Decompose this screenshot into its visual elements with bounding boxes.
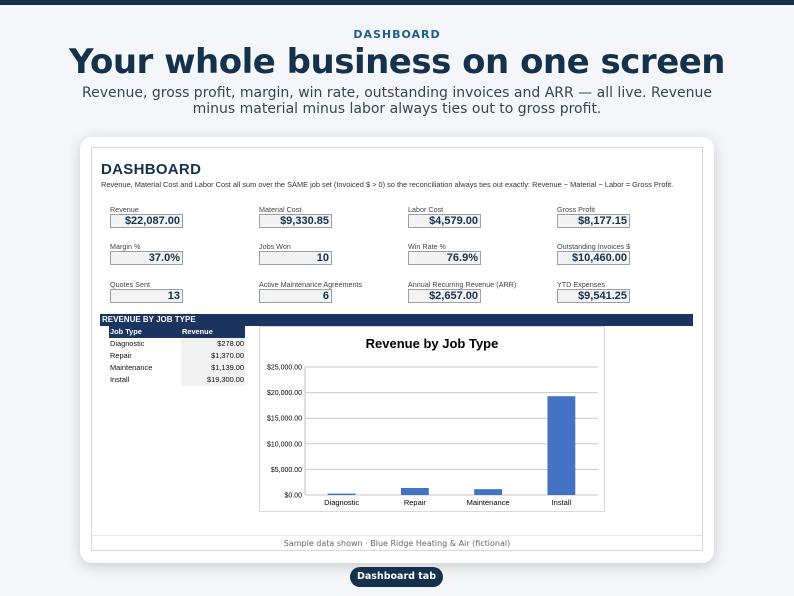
- kpi-value[interactable]: $10,460.00: [557, 251, 630, 265]
- kpi-value[interactable]: $9,330.85: [259, 214, 332, 228]
- kpi-material-cost: Material Cost $9,330.85: [259, 205, 332, 228]
- y-tick-label: $25,000.00: [267, 365, 302, 372]
- y-tick-label: $10,000.00: [267, 441, 302, 448]
- kpi-label: Margin %: [110, 242, 141, 251]
- page-subheading: Revenue, gross profit, margin, win rate,…: [82, 85, 712, 117]
- revenue-cell: $1,139.00: [181, 362, 245, 374]
- top-accent-bar: [0, 0, 794, 5]
- kpi-revenue: Revenue $22,087.00: [110, 205, 183, 228]
- kpi-margin: Margin % 37.0%: [110, 242, 183, 265]
- job-type-cell: Diagnostic: [110, 339, 145, 348]
- kpi-ytd-expenses: YTD Expenses $9,541.25: [557, 280, 630, 303]
- kpi-win-rate: Win Rate % 76.9%: [408, 242, 481, 265]
- table-row[interactable]: Diagnostic $278.00: [109, 338, 245, 350]
- revenue-cell: $278.00: [181, 338, 245, 350]
- kpi-value[interactable]: $9,541.25: [557, 289, 630, 303]
- chart-title: Revenue by Job Type: [366, 336, 499, 351]
- kpi-value[interactable]: $2,657.00: [408, 289, 481, 303]
- table-header-row: Job Type Revenue: [109, 326, 245, 338]
- revenue-table: Job Type Revenue Diagnostic $278.00 Repa…: [109, 326, 245, 386]
- kpi-label: Active Maintenance Agreements: [259, 280, 363, 289]
- kpi-arr: Annual Recurring Revenue (ARR) $2,657.00: [408, 280, 517, 303]
- kpi-label: Outstanding Invoices $: [557, 242, 631, 251]
- kpi-value[interactable]: 76.9%: [408, 251, 481, 265]
- reconciliation-note: Revenue, Material Cost and Labor Cost al…: [101, 180, 674, 189]
- column-header-revenue: Revenue: [182, 327, 213, 336]
- kpi-value[interactable]: 6: [259, 289, 332, 303]
- revenue-chart[interactable]: Revenue by Job Type $0.00 $5,000.00 $10,000…: [259, 326, 605, 512]
- dashboard-tab-pill: Dashboard tab: [350, 567, 443, 587]
- kpi-maintenance-agreements: Active Maintenance Agreements 6: [259, 280, 363, 303]
- y-tick-label: $5,000.00: [271, 467, 302, 474]
- kpi-label: Annual Recurring Revenue (ARR): [408, 280, 517, 289]
- bar-maintenance: [474, 489, 503, 495]
- revenue-cell: $19,300.00: [181, 374, 245, 386]
- section-header-revenue-by-job-type: REVENUE BY JOB TYPE: [100, 314, 693, 326]
- kpi-outstanding-invoices: Outstanding Invoices $ $10,460.00: [557, 242, 630, 265]
- revenue-chart-svg: Revenue by Job Type $0.00 $5,000.00 $10,000…: [267, 336, 598, 507]
- kpi-label: Material Cost: [259, 205, 302, 214]
- bar-diagnostic: [327, 493, 356, 495]
- y-tick-label: $20,000.00: [267, 390, 302, 397]
- kpi-value[interactable]: 13: [110, 289, 183, 303]
- kpi-value[interactable]: $8,177.15: [557, 214, 630, 228]
- bar-install: [547, 396, 576, 495]
- kpi-value[interactable]: $4,579.00: [408, 214, 481, 228]
- kpi-label: Quotes Sent: [110, 280, 150, 289]
- kpi-label: Jobs Won: [259, 242, 291, 251]
- kpi-label: Labor Cost: [408, 205, 444, 214]
- bar-repair: [400, 487, 429, 495]
- job-type-cell: Repair: [110, 351, 132, 360]
- y-tick-label: $15,000.00: [267, 416, 302, 423]
- job-type-cell: Maintenance: [110, 363, 153, 372]
- x-tick-label: Diagnostic: [324, 498, 359, 507]
- table-row[interactable]: Install $19,300.00: [109, 374, 245, 386]
- kpi-quotes-sent: Quotes Sent 13: [110, 280, 183, 303]
- kpi-labor-cost: Labor Cost $4,579.00: [408, 205, 481, 228]
- x-tick-label: Repair: [404, 498, 427, 507]
- column-header-job-type: Job Type: [110, 327, 142, 336]
- revenue-cell: $1,370.00: [181, 350, 245, 362]
- kpi-value[interactable]: 10: [259, 251, 332, 265]
- table-row[interactable]: Repair $1,370.00: [109, 350, 245, 362]
- kpi-label: Win Rate %: [408, 242, 446, 251]
- dashboard-sheet: DASHBOARD Revenue, Material Cost and Lab…: [91, 147, 703, 551]
- x-tick-label: Maintenance: [467, 498, 510, 507]
- job-type-cell: Install: [110, 375, 130, 384]
- table-row[interactable]: Maintenance $1,139.00: [109, 362, 245, 374]
- sheet-title: DASHBOARD: [101, 161, 202, 178]
- kpi-value[interactable]: 37.0%: [110, 251, 183, 265]
- kpi-gross-profit: Gross Profit $8,177.15: [557, 205, 630, 228]
- screenshot-card: DASHBOARD Revenue, Material Cost and Lab…: [80, 137, 714, 563]
- page-headline: Your whole business on one screen: [68, 42, 726, 82]
- footer-divider: [92, 535, 702, 536]
- sample-data-footer: Sample data shown · Blue Ridge Heating &…: [283, 539, 511, 548]
- kpi-label: YTD Expenses: [557, 280, 605, 289]
- kpi-jobs-won: Jobs Won 10: [259, 242, 332, 265]
- x-tick-label: Install: [552, 498, 572, 507]
- eyebrow-label: DASHBOARD: [353, 28, 441, 41]
- y-tick-label: $0.00: [284, 493, 302, 500]
- kpi-label: Gross Profit: [557, 205, 595, 214]
- kpi-label: Revenue: [110, 205, 139, 214]
- kpi-value[interactable]: $22,087.00: [110, 214, 183, 228]
